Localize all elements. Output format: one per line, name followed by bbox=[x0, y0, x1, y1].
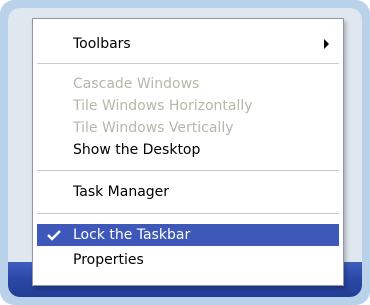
menu-item-label: Properties bbox=[73, 252, 144, 268]
menu-separator bbox=[37, 63, 339, 64]
menu-item-toolbars[interactable]: Toolbars bbox=[37, 33, 339, 55]
menu-item-label: Lock the Taskbar bbox=[73, 227, 191, 243]
menu-item-lock-taskbar[interactable]: Lock the Taskbar bbox=[37, 224, 339, 246]
menu-item-label: Tile Windows Vertically bbox=[73, 120, 234, 136]
screenshot-frame: Toolbars Cascade Windows Tile Windows Ho… bbox=[0, 0, 370, 305]
menu-item-label: Task Manager bbox=[73, 184, 170, 200]
menu-item-label: Cascade Windows bbox=[73, 76, 200, 92]
submenu-arrow-icon bbox=[324, 39, 329, 49]
taskbar-context-menu: Toolbars Cascade Windows Tile Windows Ho… bbox=[32, 18, 344, 286]
menu-separator bbox=[37, 213, 339, 214]
checkmark-icon bbox=[47, 230, 61, 241]
menu-item-tile-vertically: Tile Windows Vertically bbox=[37, 117, 339, 139]
menu-item-label: Toolbars bbox=[73, 36, 131, 52]
menu-item-label: Tile Windows Horizontally bbox=[73, 98, 253, 114]
menu-item-cascade-windows: Cascade Windows bbox=[37, 73, 339, 95]
menu-item-properties[interactable]: Properties bbox=[37, 249, 339, 271]
menu-item-label: Show the Desktop bbox=[73, 142, 201, 158]
menu-separator bbox=[37, 170, 339, 171]
menu-item-tile-horizontally: Tile Windows Horizontally bbox=[37, 95, 339, 117]
menu-item-show-desktop[interactable]: Show the Desktop bbox=[37, 139, 339, 161]
menu-item-task-manager[interactable]: Task Manager bbox=[37, 181, 339, 203]
